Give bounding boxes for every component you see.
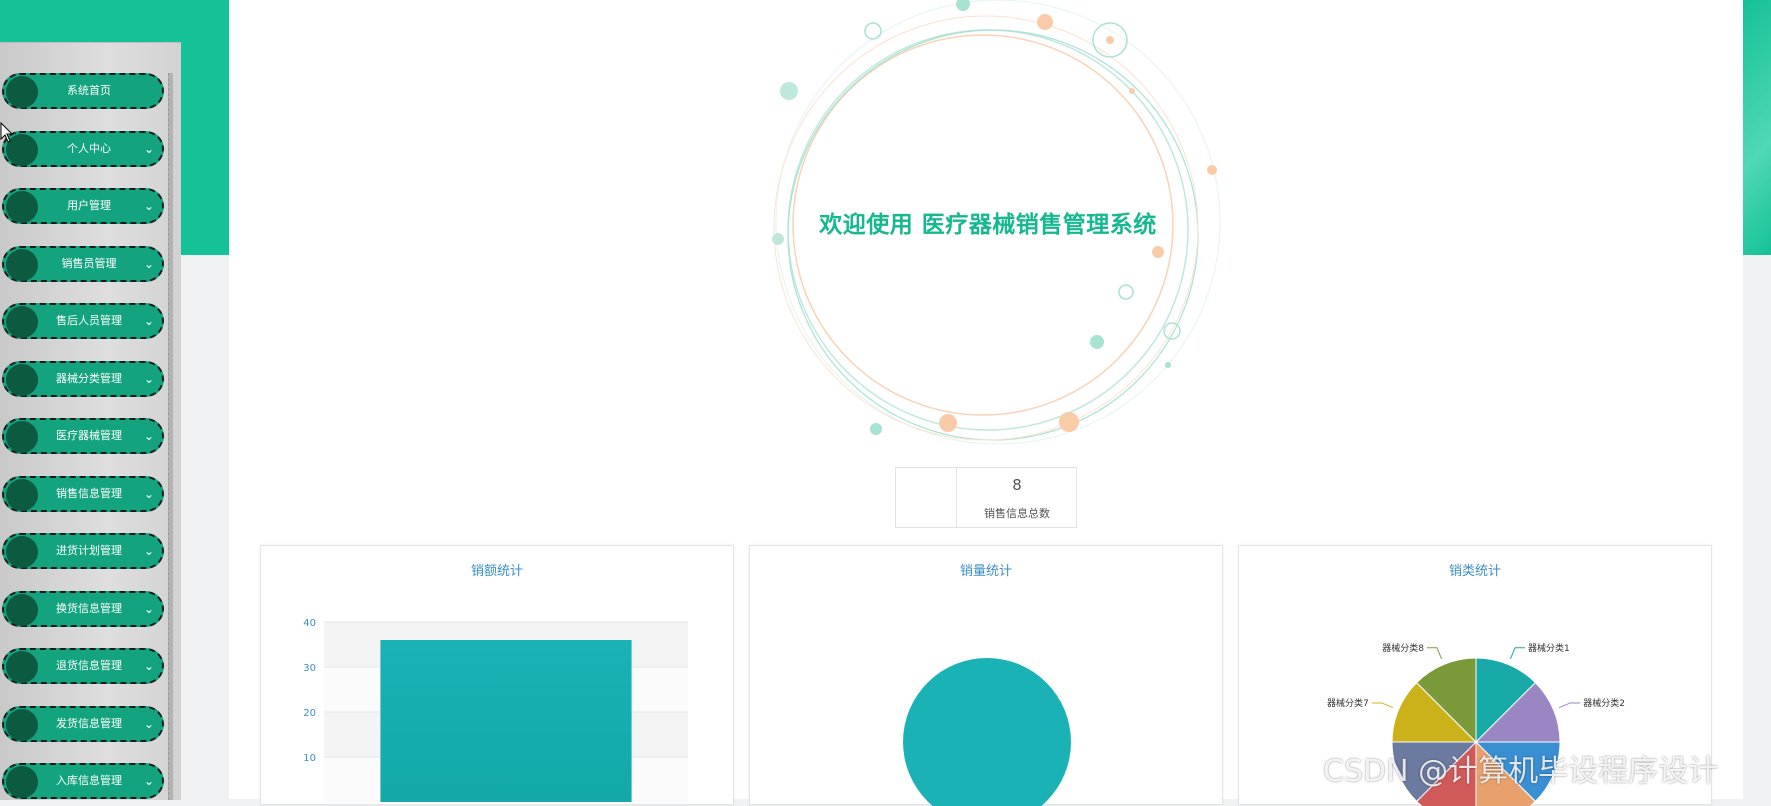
welcome-banner: 欢迎使用 医疗器械销售管理系统	[738, 0, 1238, 450]
bar	[380, 640, 632, 802]
pie-label-line	[1558, 702, 1581, 709]
menu-knob-icon	[6, 191, 38, 223]
menu-knob-icon	[6, 536, 38, 568]
sidebar-item-label: 售后人员管理	[56, 314, 122, 327]
sidebar-item[interactable]: 用户管理 ⌄	[2, 188, 164, 224]
sales-count-label: 销售信息总数	[984, 507, 1050, 520]
y-tick-label: 20	[303, 708, 316, 719]
sidebar-item[interactable]: 进货计划管理 ⌄	[2, 533, 164, 569]
pie-label-line	[1509, 647, 1526, 660]
chevron-down-icon[interactable]: ⌄	[144, 478, 154, 510]
sidebar-item-label: 进货计划管理	[56, 544, 122, 557]
menu-knob-icon	[6, 478, 38, 511]
sidebar-item-label: 销售员管理	[61, 256, 117, 270]
pie-label: 器械分类1	[1528, 642, 1570, 654]
chevron-down-icon[interactable]: ⌄	[144, 650, 154, 682]
sidebar-item-label: 系统首页	[67, 84, 111, 97]
sidebar-item[interactable]: 发货信息管理 ⌄	[2, 705, 164, 742]
menu-knob-icon	[6, 306, 38, 338]
pie-label-line	[1371, 702, 1394, 709]
sidebar-item-label: 用户管理	[67, 199, 111, 212]
chevron-down-icon[interactable]: ⌄	[144, 248, 154, 280]
menu-knob-icon	[6, 593, 38, 626]
watermark-text: CSDN @计算机毕设程序设计	[1323, 754, 1719, 789]
chevron-down-icon[interactable]: ⌄	[144, 133, 154, 165]
pie-label-line	[1426, 647, 1443, 660]
sidebar-item-label: 入库信息管理	[56, 774, 122, 787]
sales-amount-chart: 10 20 30 40	[303, 618, 688, 802]
chevron-down-icon[interactable]: ⌄	[144, 593, 154, 625]
sales-count-value: 8	[1012, 476, 1022, 494]
menu-knob-icon	[6, 766, 38, 798]
sidebar-item[interactable]: 入库信息管理 ⌄	[2, 763, 164, 799]
sales-volume-panel: 销量统计	[749, 545, 1223, 806]
mouse-cursor-icon	[0, 122, 14, 143]
pie-label: 器械分类7	[1327, 697, 1369, 709]
chevron-down-icon[interactable]: ⌄	[144, 363, 154, 395]
sidebar-item[interactable]: 销售信息管理 ⌄	[2, 475, 164, 512]
sidebar-item[interactable]: 医疗器械管理 ⌄	[2, 418, 164, 454]
sidebar-item-label: 换货信息管理	[56, 601, 122, 615]
menu-knob-icon	[6, 651, 38, 683]
header-band-right	[1742, 0, 1771, 255]
sidebar-item[interactable]: 器械分类管理 ⌄	[2, 360, 164, 397]
sales-amount-panel: 销额统计 10 20 30 40	[260, 545, 734, 805]
sidebar-item[interactable]: 系统首页	[2, 73, 164, 109]
menu-knob-icon	[6, 76, 38, 108]
y-tick-label: 30	[303, 663, 316, 674]
pie-slice	[903, 658, 1071, 806]
sidebar-scroll-rail[interactable]	[168, 73, 173, 800]
menu-knob-icon	[6, 421, 38, 453]
menu-knob-icon	[6, 708, 38, 741]
welcome-title: 欢迎使用 医疗器械销售管理系统	[819, 212, 1157, 238]
chevron-down-icon[interactable]: ⌄	[144, 190, 154, 222]
sidebar-item-label: 医疗器械管理	[56, 429, 122, 442]
sidebar-item[interactable]: 换货信息管理 ⌄	[2, 590, 164, 627]
chevron-down-icon[interactable]: ⌄	[144, 535, 154, 567]
chevron-down-icon[interactable]: ⌄	[144, 305, 154, 337]
sidebar-item-label: 销售信息管理	[56, 486, 122, 500]
pie-label: 器械分类2	[1583, 697, 1625, 709]
sidebar-item-label: 发货信息管理	[56, 716, 122, 730]
menu-knob-icon	[6, 248, 38, 281]
sidebar-item[interactable]: 销售员管理 ⌄	[2, 245, 164, 282]
sidebar-item[interactable]: 售后人员管理 ⌄	[2, 303, 164, 339]
sidebar-item[interactable]: 个人中心 ⌄	[2, 130, 164, 167]
sales-count-card: 8 销售信息总数	[895, 467, 1077, 528]
chevron-down-icon[interactable]: ⌄	[144, 708, 154, 740]
sidebar-item-label: 个人中心	[67, 141, 111, 155]
y-tick-label: 10	[303, 753, 316, 764]
menu-knob-icon	[6, 363, 38, 396]
y-tick-label: 40	[303, 618, 316, 629]
pie-label: 器械分类8	[1382, 642, 1424, 654]
sales-volume-chart	[903, 658, 1071, 806]
chevron-down-icon[interactable]: ⌄	[144, 420, 154, 452]
sidebar-item-label: 器械分类管理	[56, 371, 122, 385]
chevron-down-icon[interactable]: ⌄	[144, 765, 154, 797]
sidebar-item-label: 退货信息管理	[56, 659, 122, 672]
sidebar-item[interactable]: 退货信息管理 ⌄	[2, 648, 164, 684]
